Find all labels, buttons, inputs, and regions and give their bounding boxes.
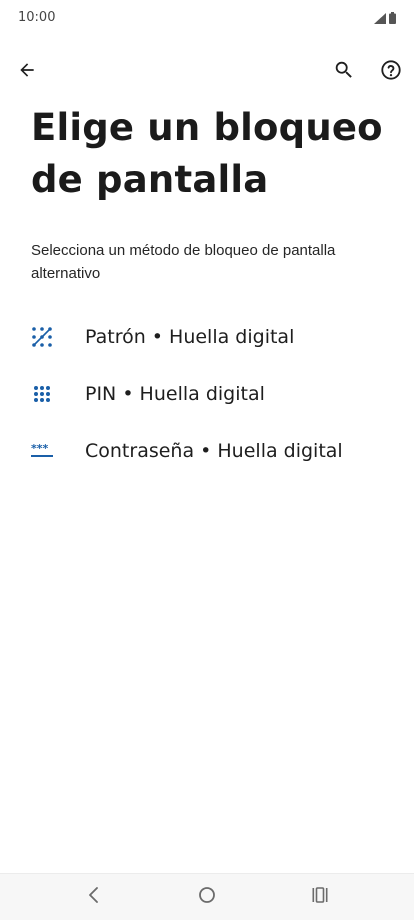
help-button[interactable] <box>371 52 411 92</box>
option-label: Patrón • Huella digital <box>85 325 295 348</box>
pattern-icon <box>30 325 54 349</box>
option-pattern[interactable]: Patrón • Huella digital <box>0 308 414 365</box>
nav-recents-icon <box>311 886 329 909</box>
search-button[interactable] <box>324 52 364 92</box>
svg-text:***: *** <box>31 444 49 455</box>
page-title: Elige un bloqueo de pantalla <box>31 106 383 201</box>
status-bar: 10:00 <box>0 0 414 36</box>
option-password[interactable]: *** Contraseña • Huella digital <box>0 422 414 479</box>
nav-back-button[interactable] <box>74 880 114 914</box>
nav-recents-button[interactable] <box>300 880 340 914</box>
signal-icon <box>374 11 386 29</box>
pin-keypad-icon <box>30 382 54 406</box>
nav-back-icon <box>87 886 101 909</box>
password-icon: *** <box>30 439 54 463</box>
option-pin[interactable]: PIN • Huella digital <box>0 365 414 422</box>
lock-options-list: Patrón • Huella digital PIN • Huella dig… <box>0 308 414 479</box>
toolbar <box>0 52 414 92</box>
battery-icon <box>389 11 396 29</box>
navigation-bar <box>0 873 414 920</box>
option-label: Contraseña • Huella digital <box>85 439 343 462</box>
search-icon <box>333 59 355 86</box>
status-time: 10:00 <box>18 10 56 25</box>
screen: 10:00 Elige un bloqueo de pantalla Selec… <box>0 0 414 920</box>
option-label: PIN • Huella digital <box>85 382 265 405</box>
back-button[interactable] <box>7 52 47 92</box>
nav-home-icon <box>198 886 216 909</box>
status-icons <box>374 11 396 29</box>
help-circle-icon <box>380 59 402 86</box>
arrow-back-icon <box>17 60 37 85</box>
nav-home-button[interactable] <box>187 880 227 914</box>
page-subtitle: Selecciona un método de bloqueo de panta… <box>31 242 336 282</box>
